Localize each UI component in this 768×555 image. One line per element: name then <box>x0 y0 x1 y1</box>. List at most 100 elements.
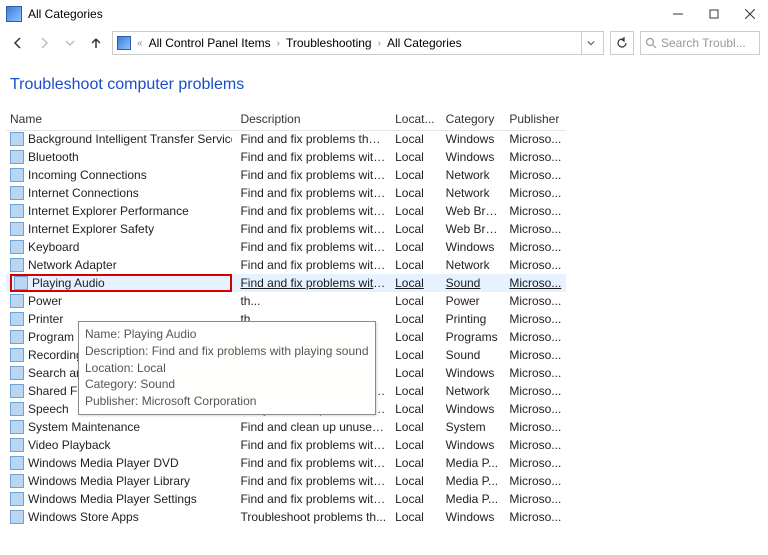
item-publisher: Microso... <box>505 238 566 256</box>
forward-button[interactable] <box>34 33 54 53</box>
item-name: Windows Media Player DVD <box>28 456 179 470</box>
item-location: Local <box>391 364 442 382</box>
table-row[interactable]: System MaintenanceFind and clean up unus… <box>6 418 566 436</box>
item-category: Windows <box>442 238 506 256</box>
item-location: Local <box>391 166 442 184</box>
troubleshooter-icon <box>10 240 24 254</box>
tooltip-loc-value: Local <box>137 361 166 375</box>
column-header-publisher[interactable]: Publisher <box>505 108 566 130</box>
item-location: Local <box>391 400 442 418</box>
table-row[interactable]: Powerth...LocalPowerMicroso... <box>6 292 566 310</box>
item-description: Find and fix problems with... <box>236 256 391 274</box>
item-name: Incoming Connections <box>28 168 147 182</box>
back-button[interactable] <box>8 33 28 53</box>
chevron-right-icon: › <box>277 38 280 49</box>
item-location: Local <box>391 184 442 202</box>
table-row[interactable]: Internet Explorer SafetyFind and fix pro… <box>6 220 566 238</box>
item-description: Find and fix problems with... <box>236 490 391 508</box>
close-button[interactable] <box>732 1 768 27</box>
table-row[interactable]: Incoming ConnectionsFind and fix problem… <box>6 166 566 184</box>
tooltip-name-value: Playing Audio <box>124 327 197 341</box>
item-publisher: Microso... <box>505 382 566 400</box>
item-location: Local <box>391 490 442 508</box>
item-name: Printer <box>28 312 63 326</box>
column-header-location[interactable]: Locat... <box>391 108 442 130</box>
item-name: Windows Store Apps <box>28 510 139 524</box>
item-publisher: Microso... <box>505 346 566 364</box>
item-publisher: Microso... <box>505 130 566 148</box>
up-button[interactable] <box>86 33 106 53</box>
item-location: Local <box>391 148 442 166</box>
troubleshooter-icon <box>10 510 24 524</box>
search-placeholder: Search Troubl... <box>661 36 746 50</box>
item-description: Find and fix problems with... <box>236 184 391 202</box>
table-row[interactable]: Windows Media Player SettingsFind and fi… <box>6 490 566 508</box>
troubleshooter-icon <box>10 132 24 146</box>
troubleshooter-icon <box>10 456 24 470</box>
troubleshooter-icon <box>10 420 24 434</box>
troubleshooter-icon <box>10 150 24 164</box>
breadcrumb-item[interactable]: Troubleshooting <box>286 36 372 50</box>
troubleshooter-icon <box>10 384 24 398</box>
maximize-button[interactable] <box>696 1 732 27</box>
column-header-name[interactable]: Name <box>6 108 236 130</box>
breadcrumb[interactable]: « All Control Panel Items › Troubleshoot… <box>112 31 604 55</box>
item-description: Find and fix problems with... <box>236 202 391 220</box>
item-description: Find and fix problems with... <box>236 148 391 166</box>
item-location: Local <box>391 382 442 400</box>
table-row[interactable]: Windows Media Player DVDFind and fix pro… <box>6 454 566 472</box>
recent-locations-button[interactable] <box>60 33 80 53</box>
troubleshooter-icon <box>10 168 24 182</box>
troubleshooter-table: Name Description Locat... Category Publi… <box>6 108 566 526</box>
troubleshooter-icon <box>10 294 24 308</box>
breadcrumb-item[interactable]: All Control Panel Items <box>149 36 271 50</box>
troubleshooter-icon <box>14 276 28 290</box>
table-row[interactable]: Background Intelligent Transfer ServiceF… <box>6 130 566 148</box>
item-category: Windows <box>442 148 506 166</box>
item-category: Printing <box>442 310 506 328</box>
item-publisher: Microso... <box>505 310 566 328</box>
item-location: Local <box>391 454 442 472</box>
table-row[interactable]: KeyboardFind and fix problems with...Loc… <box>6 238 566 256</box>
item-publisher: Microso... <box>505 256 566 274</box>
item-description: Find and fix problems with... <box>236 274 391 292</box>
search-input[interactable]: Search Troubl... <box>640 31 760 55</box>
column-header-description[interactable]: Description <box>236 108 391 130</box>
item-location: Local <box>391 508 442 526</box>
item-category: Media P... <box>442 454 506 472</box>
table-row[interactable]: Network Adapter Find and fix problems wit… <box>6 256 566 274</box>
troubleshooter-icon <box>10 222 24 236</box>
item-name: Internet Explorer Performance <box>28 204 189 218</box>
table-row[interactable]: Internet Explorer Performance Find and fi… <box>6 202 566 220</box>
item-category: Network <box>442 382 506 400</box>
column-header-category[interactable]: Category <box>442 108 506 130</box>
item-category: System <box>442 418 506 436</box>
table-row[interactable]: Playing AudioFind and fix problems with.… <box>6 274 566 292</box>
item-publisher: Microso... <box>505 400 566 418</box>
item-publisher: Microso... <box>505 274 566 292</box>
item-name: Windows Media Player Library <box>28 474 190 488</box>
address-dropdown[interactable] <box>581 31 599 55</box>
troubleshooter-icon <box>10 330 24 344</box>
item-location: Local <box>391 436 442 454</box>
troubleshooter-icon <box>10 312 24 326</box>
item-location: Local <box>391 220 442 238</box>
table-row[interactable]: Internet ConnectionsFind and fix problem… <box>6 184 566 202</box>
item-category: Windows <box>442 364 506 382</box>
item-description: Find and fix problems with... <box>236 220 391 238</box>
item-description: th... <box>236 292 391 310</box>
tooltip-cat-label: Category: <box>85 377 137 391</box>
table-row[interactable]: Video PlaybackFind and fix problems with… <box>6 436 566 454</box>
table-row[interactable]: Windows Store AppsTroubleshoot problems … <box>6 508 566 526</box>
item-category: Windows <box>442 436 506 454</box>
table-row[interactable]: Windows Media Player LibraryFind and fix… <box>6 472 566 490</box>
minimize-button[interactable] <box>660 1 696 27</box>
troubleshooter-icon <box>10 402 24 416</box>
refresh-button[interactable] <box>610 31 634 55</box>
item-name: Network Adapter <box>28 258 117 272</box>
breadcrumb-item[interactable]: All Categories <box>387 36 462 50</box>
tooltip: Name: Playing Audio Description: Find an… <box>78 321 376 415</box>
troubleshooter-icon <box>10 186 24 200</box>
breadcrumb-separator: « <box>137 38 143 49</box>
table-row[interactable]: BluetoothFind and fix problems with...Lo… <box>6 148 566 166</box>
